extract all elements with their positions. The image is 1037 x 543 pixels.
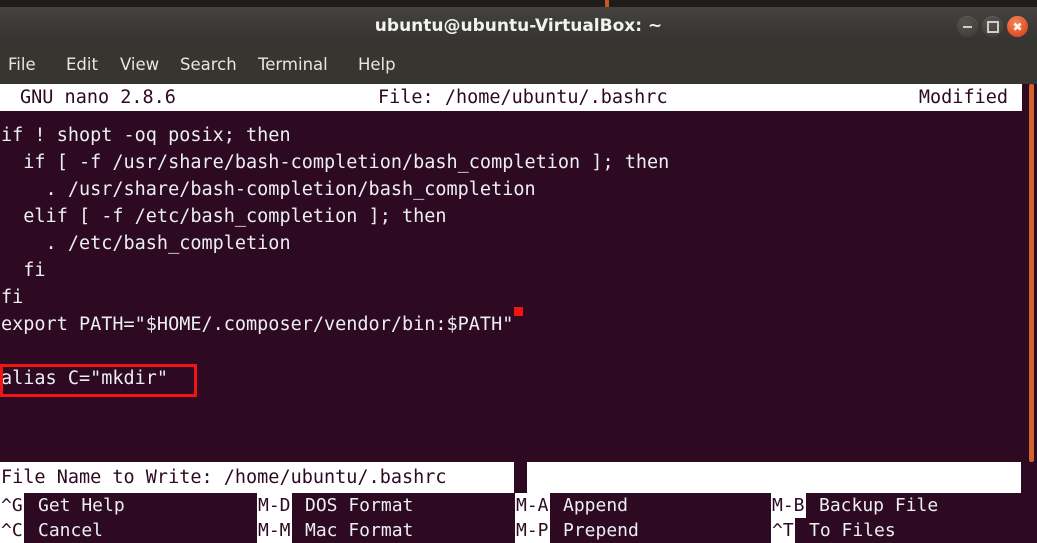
shortcut-label: Cancel [38, 520, 104, 541]
shortcut-label: Mac Format [305, 520, 414, 541]
menu-item-file[interactable]: File [8, 45, 36, 84]
nano-modified-badge: Modified [918, 87, 1008, 108]
maximize-icon [982, 16, 1003, 37]
code-line: alias C="mkdir" [1, 368, 169, 389]
code-line: export PATH="$HOME/.composer/vendor/bin:… [1, 314, 514, 335]
scrollbar-thumb[interactable] [1029, 84, 1034, 462]
window-controls: ✖ [957, 16, 1028, 37]
minimize-button[interactable] [957, 16, 978, 37]
menu-item-help[interactable]: Help [358, 45, 396, 84]
shortcut-row-1: ^G Get Help M-D DOS Format M-A Append M-… [0, 493, 1037, 518]
code-line: fi [1, 287, 24, 308]
shortcut-combo: M-P [515, 518, 550, 543]
shortcut-combo: M-A [515, 493, 550, 518]
nano-titlebar: GNU nano 2.8.6 File: /home/ubuntu/.bashr… [0, 84, 1022, 111]
screen-root: ubuntu@ubuntu-VirtualBox: ~ ✖ File Edit … [0, 0, 1037, 543]
shortcut-combo: ^T [771, 518, 795, 543]
shortcut-combo: M-M [257, 518, 292, 543]
annotation-dot-marker [514, 307, 523, 316]
editor-scrollbar[interactable] [1022, 84, 1037, 462]
nano-prompt-bar: File Name to Write: /home/ubuntu/.bashrc [0, 462, 1037, 493]
menu-item-view[interactable]: View [120, 45, 159, 84]
text-cursor [514, 463, 526, 492]
shortcut-label: Backup File [819, 495, 939, 516]
code-line: fi [1, 260, 46, 281]
maximize-button[interactable] [982, 16, 1003, 37]
shortcut-label: Prepend [563, 520, 639, 541]
desktop-top-strip [0, 0, 1037, 7]
shortcut-label: DOS Format [305, 495, 414, 516]
nano-shortcut-bar: ^G Get Help M-D DOS Format M-A Append M-… [0, 493, 1037, 543]
shortcut-label: To Files [809, 520, 896, 541]
close-icon: ✖ [1012, 19, 1023, 34]
desktop-strip-marker [605, 0, 609, 7]
shortcut-combo: M-D [257, 493, 292, 518]
shortcut-row-2: ^C Cancel M-M Mac Format M-P Prepend ^T … [0, 518, 1037, 543]
filename-prompt-field[interactable]: File Name to Write: /home/ubuntu/.bashrc [0, 462, 514, 493]
nano-file-label: File: /home/ubuntu/.bashrc [378, 87, 668, 108]
menu-item-terminal[interactable]: Terminal [258, 45, 328, 84]
shortcut-combo: ^G [0, 493, 24, 518]
minimize-icon [957, 16, 978, 37]
code-line: if [ -f /usr/share/bash-completion/bash_… [1, 152, 670, 173]
close-button[interactable]: ✖ [1007, 16, 1028, 37]
code-line: . /etc/bash_completion [1, 233, 291, 254]
menu-item-edit[interactable]: Edit [66, 45, 98, 84]
nano-editor-area[interactable]: if ! shopt -oq posix; then if [ -f /usr/… [0, 111, 1022, 462]
filename-prompt-text: File Name to Write: /home/ubuntu/.bashrc [1, 467, 447, 488]
menubar: File Edit View Search Terminal Help [0, 45, 1037, 86]
shortcut-combo: M-B [771, 493, 806, 518]
code-line: if ! shopt -oq posix; then [1, 125, 291, 146]
menu-item-search[interactable]: Search [180, 45, 237, 84]
code-line: elif [ -f /etc/bash_completion ]; then [1, 206, 447, 227]
prompt-bar-filler [527, 462, 1021, 493]
nano-version-label: GNU nano 2.8.6 [20, 87, 176, 108]
shortcut-combo: ^C [0, 518, 24, 543]
shortcut-label: Append [563, 495, 629, 516]
window-titlebar[interactable]: ubuntu@ubuntu-VirtualBox: ~ ✖ [0, 7, 1037, 46]
shortcut-label: Get Help [38, 495, 125, 516]
window-title: ubuntu@ubuntu-VirtualBox: ~ [374, 16, 663, 36]
code-line: . /usr/share/bash-completion/bash_comple… [1, 179, 536, 200]
